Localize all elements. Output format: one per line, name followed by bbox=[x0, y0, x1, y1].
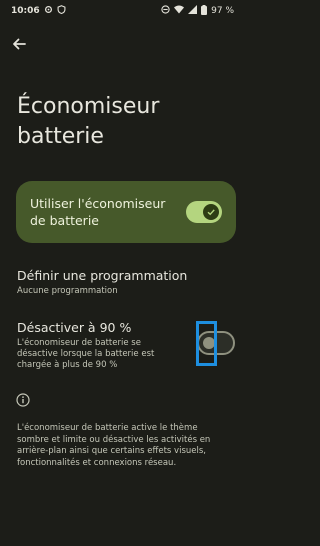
battery-saver-main-toggle[interactable]: Utiliser l'économiseur de batterie bbox=[16, 181, 236, 243]
battery-icon bbox=[201, 4, 208, 18]
signal-icon bbox=[188, 5, 198, 17]
auto-off-title: Désactiver à 90 % bbox=[17, 320, 132, 335]
wifi-icon bbox=[174, 5, 185, 17]
status-bar: 10:06 97 % bbox=[0, 0, 245, 22]
status-time: 10:06 bbox=[11, 6, 40, 16]
focus-highlight bbox=[196, 321, 217, 366]
main-toggle-label: Utiliser l'économiseur de batterie bbox=[30, 196, 166, 228]
settings-icon bbox=[44, 5, 53, 17]
main-toggle-switch[interactable] bbox=[186, 201, 222, 223]
dnd-icon bbox=[161, 5, 170, 17]
battery-percent: 97 % bbox=[211, 6, 234, 16]
page-title: Économiseur batterie bbox=[17, 94, 160, 149]
info-icon bbox=[16, 392, 30, 407]
schedule-title: Définir une programmation bbox=[17, 268, 188, 283]
auto-off-subtitle: L'économiseur de batterie se désactive l… bbox=[17, 338, 155, 370]
shield-icon bbox=[57, 5, 66, 17]
status-right: 97 % bbox=[161, 4, 234, 18]
arrow-back-icon bbox=[13, 38, 26, 50]
switch-knob bbox=[203, 204, 219, 220]
schedule-subtitle: Aucune programmation bbox=[17, 286, 118, 296]
status-left: 10:06 bbox=[11, 5, 66, 17]
info-footer-text: L'économiseur de batterie active le thèm… bbox=[17, 423, 211, 468]
back-button[interactable] bbox=[10, 35, 28, 53]
check-icon bbox=[207, 209, 215, 216]
